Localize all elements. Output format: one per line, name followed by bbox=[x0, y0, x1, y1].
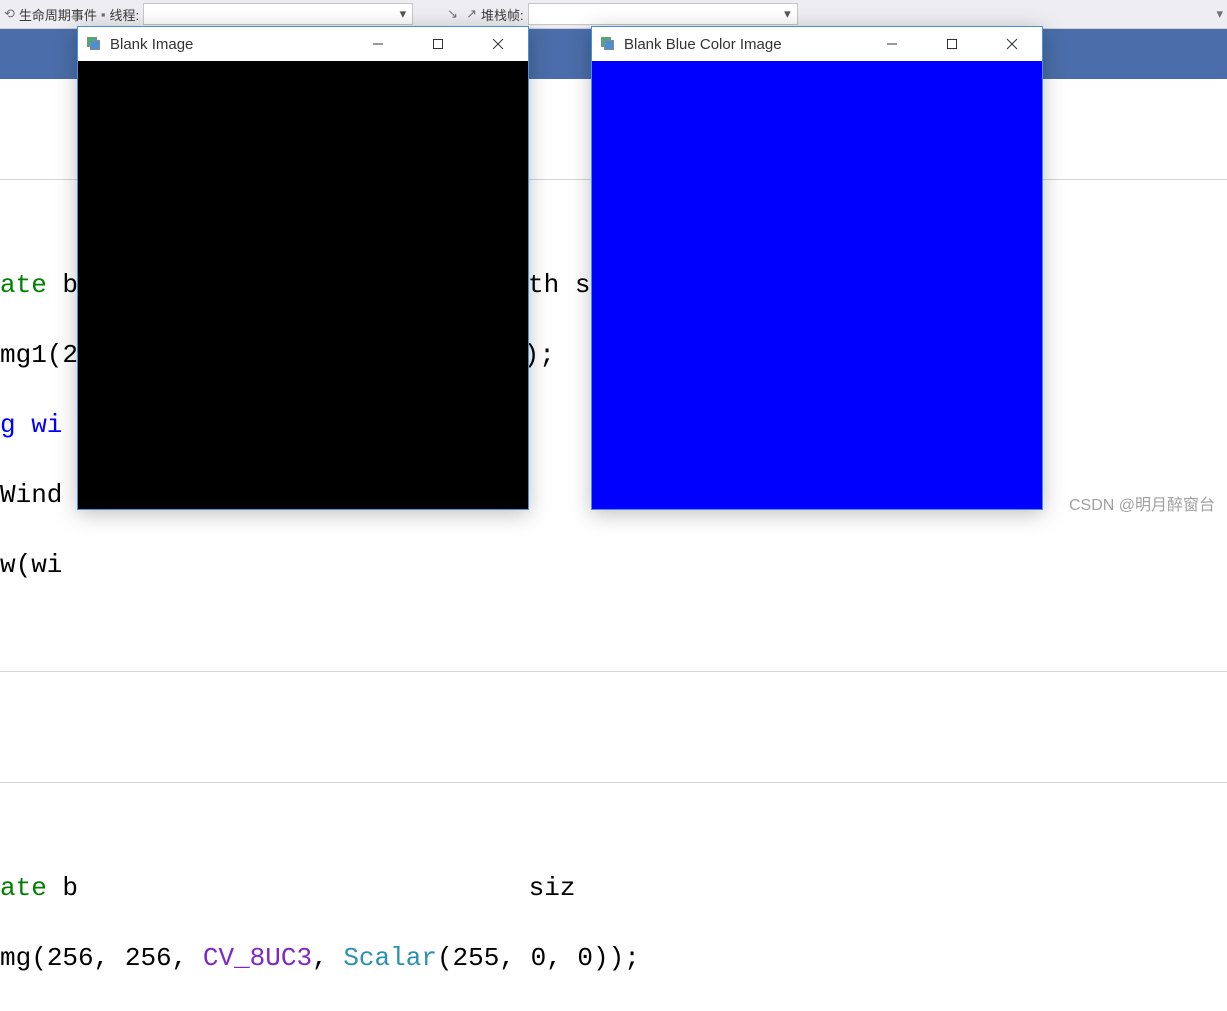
close-icon bbox=[1006, 38, 1018, 50]
stack-dropdown[interactable]: ▾ bbox=[528, 3, 798, 25]
bullet-icon: ▪ bbox=[101, 7, 106, 22]
code-text: 256 bbox=[125, 943, 172, 973]
overflow-icon[interactable]: ▾ bbox=[1216, 6, 1223, 22]
ide-toolbar: ⟲ 生命周期事件 ▪ 线程: ▾ ↘ ↗ 堆栈帧: ▾ ▾ bbox=[0, 0, 1227, 29]
minimize-icon bbox=[372, 38, 384, 50]
minimize-button[interactable] bbox=[862, 27, 922, 61]
code-text: 0 bbox=[577, 943, 593, 973]
code-text: 0 bbox=[531, 943, 547, 973]
close-icon bbox=[492, 38, 504, 50]
window-blank-blue-image[interactable]: Blank Blue Color Image bbox=[591, 26, 1043, 510]
window-controls bbox=[348, 27, 528, 61]
window-content bbox=[592, 61, 1042, 509]
code-text: ate bbox=[0, 270, 62, 300]
code-text: Wind bbox=[0, 480, 62, 510]
window-controls bbox=[862, 27, 1042, 61]
code-text: Scalar bbox=[343, 943, 437, 973]
window-content bbox=[78, 61, 528, 509]
code-text: w(wi bbox=[0, 550, 62, 580]
chevron-down-icon: ▾ bbox=[400, 6, 407, 22]
code-text: b bbox=[62, 873, 78, 903]
code-text: siz bbox=[513, 873, 575, 903]
window-title: Blank Image bbox=[110, 36, 348, 53]
code-text: th s bbox=[528, 270, 590, 300]
maximize-icon bbox=[946, 38, 958, 50]
code-text: 255 bbox=[453, 943, 500, 973]
thread-label: 线程: bbox=[110, 5, 140, 24]
code-text: b bbox=[62, 270, 78, 300]
close-button[interactable] bbox=[468, 27, 528, 61]
titlebar[interactable]: Blank Blue Color Image bbox=[592, 27, 1042, 61]
app-icon bbox=[600, 36, 616, 52]
code-text: ate bbox=[0, 873, 62, 903]
code-text: , bbox=[546, 943, 577, 973]
step-icon[interactable]: ↘ bbox=[447, 6, 458, 22]
window-blank-image[interactable]: Blank Image bbox=[77, 26, 529, 510]
maximize-icon bbox=[432, 38, 444, 50]
code-text: g wi bbox=[0, 410, 62, 440]
maximize-button[interactable] bbox=[408, 27, 468, 61]
code-text: , bbox=[312, 943, 343, 973]
window-title: Blank Blue Color Image bbox=[624, 36, 862, 53]
minimize-icon bbox=[886, 38, 898, 50]
code-text: )); bbox=[593, 943, 640, 973]
watermark: CSDN @明月醉窗台 bbox=[1069, 491, 1215, 515]
chevron-down-icon: ▾ bbox=[784, 6, 791, 22]
code-text: CV_8UC3 bbox=[203, 943, 312, 973]
code-text: mg1(2 bbox=[0, 340, 78, 370]
minimize-button[interactable] bbox=[348, 27, 408, 61]
code-text: ( bbox=[437, 943, 453, 973]
lifecycle-label: 生命周期事件 bbox=[19, 5, 97, 24]
lifecycle-icon[interactable]: ⟲ bbox=[4, 6, 15, 22]
close-button[interactable] bbox=[982, 27, 1042, 61]
code-text: , bbox=[94, 943, 125, 973]
code-text: mg( bbox=[0, 943, 47, 973]
titlebar[interactable]: Blank Image bbox=[78, 27, 528, 61]
code-text: 256 bbox=[47, 943, 94, 973]
code-text: , bbox=[172, 943, 203, 973]
app-icon bbox=[86, 36, 102, 52]
step-icon2[interactable]: ↗ bbox=[466, 6, 477, 22]
thread-dropdown[interactable]: ▾ bbox=[143, 3, 413, 25]
code-text: , bbox=[499, 943, 530, 973]
stack-label: 堆栈帧: bbox=[481, 5, 524, 24]
maximize-button[interactable] bbox=[922, 27, 982, 61]
